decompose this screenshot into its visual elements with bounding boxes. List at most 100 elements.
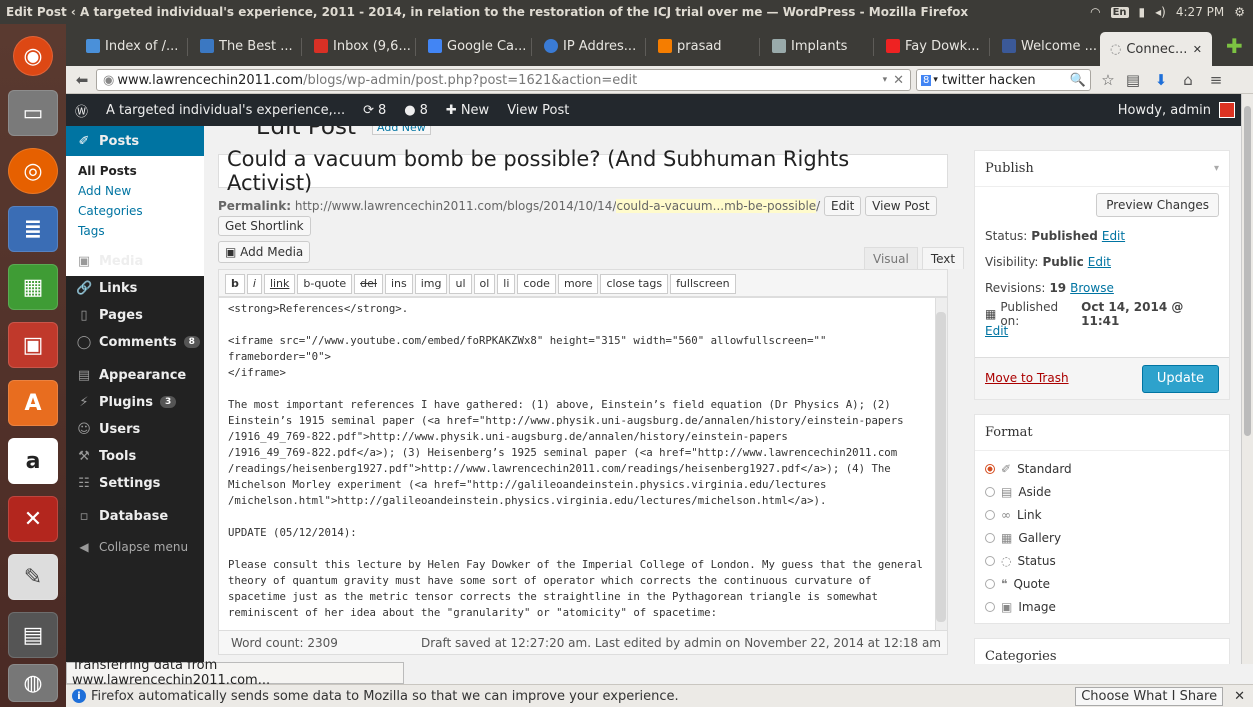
files-icon[interactable]: ▭	[8, 90, 58, 136]
bookmark-star-icon[interactable]: ☆	[1098, 70, 1118, 90]
submenu-add-new[interactable]: Add New	[78, 182, 204, 202]
firefox-icon[interactable]: ◎	[8, 148, 58, 194]
new-content-link[interactable]: ✚ New	[437, 103, 498, 118]
writer-icon[interactable]: ≣	[8, 206, 58, 252]
search-input[interactable]: twitter hacken	[942, 73, 1036, 88]
tab-google-calendar[interactable]: Google Ca...	[418, 31, 530, 61]
format-quote[interactable]: ❝ Quote	[975, 572, 1229, 595]
new-tab-button[interactable]: ✚	[1216, 31, 1246, 61]
search-engine-dropdown-icon[interactable]: ▾	[933, 75, 938, 85]
software-center-icon[interactable]: A	[8, 380, 58, 426]
move-to-trash-link[interactable]: Move to Trash	[985, 371, 1069, 385]
view-post-link[interactable]: View Post	[498, 103, 578, 118]
menu-database[interactable]: ▫ Database	[66, 503, 204, 529]
qt-link-button[interactable]: link	[263, 274, 296, 294]
downloads-icon[interactable]: ⬇	[1151, 70, 1171, 90]
post-title-input[interactable]: Could a vacuum bomb be possible? (And Su…	[218, 147, 948, 195]
format-link[interactable]: ∞ Link	[975, 503, 1229, 526]
amazon-icon[interactable]: a	[8, 438, 58, 484]
choose-what-i-share-button[interactable]: Choose What I Share	[1075, 686, 1224, 706]
my-account-link[interactable]: Howdy, admin	[1109, 102, 1241, 118]
close-tab-icon[interactable]: ✕	[1193, 43, 1202, 56]
radio-standard[interactable]	[985, 463, 995, 474]
battery-icon[interactable]: ▮	[1139, 5, 1146, 19]
clock[interactable]: 4:27 PM	[1176, 5, 1224, 19]
search-bar[interactable]: 8 ▾ twitter hacken 🔍	[916, 69, 1091, 91]
qt-ins-button[interactable]: ins	[384, 274, 413, 294]
menu-media[interactable]: ▣ Media	[66, 248, 204, 274]
radio-image[interactable]	[985, 601, 995, 612]
page-scrollbar[interactable]	[1241, 94, 1253, 664]
menu-plugins[interactable]: ⚡ Plugins 3	[66, 389, 204, 415]
updates-link[interactable]: ⟳ 8	[354, 103, 395, 118]
radio-gallery[interactable]	[985, 532, 995, 543]
menu-posts[interactable]: ✐ Posts	[66, 126, 204, 156]
reading-list-icon[interactable]: ▤	[1123, 70, 1143, 90]
publish-heading[interactable]: Publish ▾	[975, 151, 1229, 187]
edit-status-link[interactable]: Edit	[1102, 229, 1125, 243]
dvd-icon[interactable]: ◍	[8, 664, 58, 702]
qt-bold-button[interactable]: b	[225, 274, 245, 294]
add-new-button[interactable]: Add New	[372, 126, 431, 135]
menu-settings[interactable]: ☷ Settings	[66, 470, 204, 496]
tab-visual[interactable]: Visual	[864, 247, 918, 269]
menu-appearance[interactable]: ▤ Appearance	[66, 362, 204, 388]
collapse-menu[interactable]: ◀ Collapse menu	[66, 534, 204, 560]
radio-status[interactable]	[985, 555, 995, 566]
submenu-all-posts[interactable]: All Posts	[78, 162, 204, 182]
edit-visibility-link[interactable]: Edit	[1088, 255, 1111, 269]
text-editor-icon[interactable]: ✎	[8, 554, 58, 600]
qt-close-tags-button[interactable]: close tags	[600, 274, 669, 294]
submenu-tags[interactable]: Tags	[78, 222, 204, 242]
radio-link[interactable]	[985, 509, 995, 520]
format-gallery[interactable]: ▦ Gallery	[975, 526, 1229, 549]
volume-icon[interactable]: ◂)	[1155, 5, 1166, 19]
menu-tools[interactable]: ⚒ Tools	[66, 443, 204, 469]
view-post-button[interactable]: View Post	[865, 196, 937, 216]
browse-revisions-link[interactable]: Browse	[1070, 281, 1114, 295]
keyboard-layout[interactable]: En	[1110, 6, 1129, 18]
menu-icon[interactable]: ≡	[1206, 70, 1226, 90]
categories-heading[interactable]: Categories	[975, 639, 1229, 664]
google-search-icon[interactable]: 8	[921, 74, 932, 86]
format-heading[interactable]: Format	[975, 415, 1229, 451]
gear-icon[interactable]: ⚙	[1234, 5, 1245, 19]
close-notification-icon[interactable]: ✕	[1228, 689, 1253, 704]
content-textarea[interactable]: <strong>References</strong>. <iframe src…	[218, 297, 948, 631]
calc-icon[interactable]: ▦	[8, 264, 58, 310]
tab-welcome[interactable]: Welcome ...	[992, 31, 1098, 61]
qt-blockquote-button[interactable]: b-quote	[297, 274, 353, 294]
video-editor-icon[interactable]: ▤	[8, 612, 58, 658]
impress-icon[interactable]: ▣	[8, 322, 58, 368]
back-icon[interactable]: ⬅	[72, 70, 92, 90]
wordpress-logo-icon[interactable]: Ⓦ	[66, 101, 97, 120]
radio-quote[interactable]	[985, 578, 995, 589]
search-icon[interactable]: 🔍	[1070, 73, 1086, 88]
preview-changes-button[interactable]: Preview Changes	[1096, 193, 1219, 217]
format-aside[interactable]: ▤ Aside	[975, 480, 1229, 503]
update-button[interactable]: Update	[1141, 365, 1219, 393]
tab-the-best[interactable]: The Best ...	[190, 31, 300, 61]
tab-fay-dowker[interactable]: Fay Dowk...	[876, 31, 988, 61]
tab-inbox[interactable]: Inbox (9,6...	[304, 31, 414, 61]
format-standard[interactable]: ✐ Standard	[975, 457, 1229, 480]
tab-text[interactable]: Text	[921, 247, 965, 269]
tab-prasad[interactable]: prasad	[648, 31, 758, 61]
clear-icon[interactable]: ✕	[893, 73, 904, 88]
qt-italic-button[interactable]: i	[246, 274, 262, 294]
submenu-categories[interactable]: Categories	[78, 202, 204, 222]
ubuntu-logo-icon[interactable]: ◉	[13, 36, 53, 76]
content-text[interactable]: <strong>References</strong>. <iframe src…	[228, 301, 928, 621]
format-image[interactable]: ▣ Image	[975, 595, 1229, 618]
qt-ul-button[interactable]: ul	[449, 274, 472, 294]
edit-permalink-button[interactable]: Edit	[824, 196, 862, 216]
tab-connecting[interactable]: ◌ Connec... ✕	[1100, 32, 1212, 66]
collapse-arrow-icon[interactable]: ▾	[1214, 163, 1219, 174]
menu-users[interactable]: ☺ Users	[66, 416, 204, 442]
format-status[interactable]: ◌ Status	[975, 549, 1229, 572]
menu-pages[interactable]: ▯ Pages	[66, 302, 204, 328]
menu-comments[interactable]: ◯ Comments 8	[66, 329, 204, 355]
tab-implants[interactable]: Implants	[762, 31, 872, 61]
radio-aside[interactable]	[985, 486, 995, 497]
url-bar[interactable]: ◉ www.lawrencechin2011.com/blogs/wp-admi…	[96, 69, 911, 91]
